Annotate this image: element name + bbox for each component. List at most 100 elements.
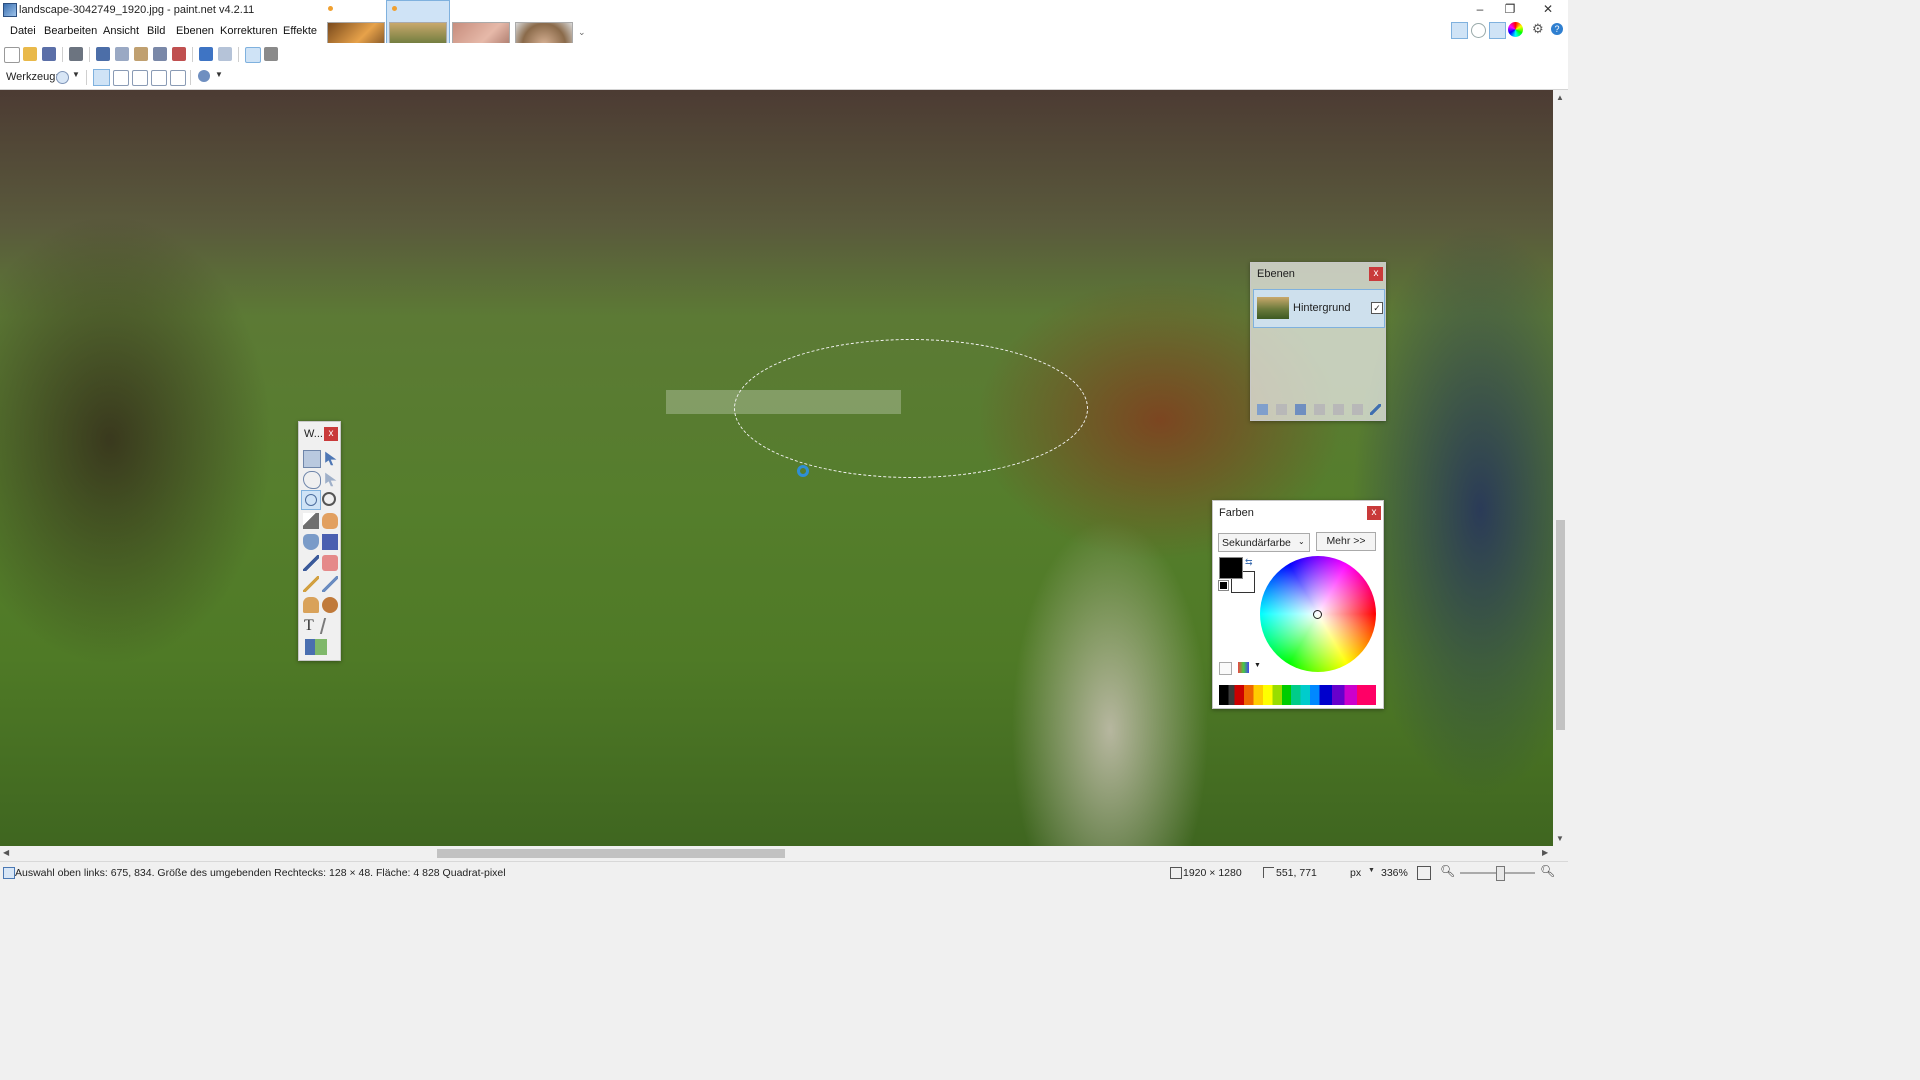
palette-menu-icon[interactable] bbox=[1238, 662, 1249, 673]
layers-toggle-icon[interactable] bbox=[1489, 22, 1506, 39]
paint-bucket-tool-icon[interactable] bbox=[303, 534, 319, 550]
selection-mode-replace-icon[interactable] bbox=[93, 69, 110, 86]
clone-stamp-tool-icon[interactable] bbox=[303, 597, 319, 613]
duplicate-layer-icon[interactable] bbox=[1295, 404, 1306, 415]
open-file-icon[interactable] bbox=[23, 47, 37, 61]
shapes-tool-icon[interactable] bbox=[305, 639, 327, 655]
zoom-fit-icon[interactable] bbox=[1417, 866, 1431, 880]
selection-mode-intersect-icon[interactable] bbox=[151, 70, 167, 86]
tools-window-toggle-icon[interactable] bbox=[1451, 22, 1468, 39]
menu-ebenen[interactable]: Ebenen bbox=[176, 25, 214, 37]
history-toggle-icon[interactable] bbox=[1471, 23, 1486, 38]
undo-icon[interactable] bbox=[199, 47, 213, 61]
scroll-right-arrow-icon[interactable]: ▶ bbox=[1542, 848, 1548, 857]
zoom-tool-icon[interactable] bbox=[322, 492, 336, 506]
deselect-icon[interactable] bbox=[172, 47, 186, 61]
magic-wand-tool-icon[interactable] bbox=[303, 513, 319, 529]
menu-datei[interactable]: Datei bbox=[10, 25, 36, 37]
help-icon[interactable]: ? bbox=[1551, 23, 1563, 35]
eraser-tool-icon[interactable] bbox=[322, 555, 338, 571]
menu-effekte[interactable]: Effekte bbox=[283, 25, 317, 37]
paste-icon[interactable] bbox=[134, 47, 148, 61]
unsaved-indicator-icon bbox=[328, 6, 333, 11]
move-selected-pixels-icon[interactable] bbox=[325, 451, 337, 466]
redo-icon[interactable] bbox=[218, 47, 232, 61]
menu-ansicht[interactable]: Ansicht bbox=[103, 25, 139, 37]
selection-mode-exclude-icon[interactable] bbox=[132, 70, 148, 86]
unit-selector[interactable]: px bbox=[1350, 867, 1361, 879]
line-curve-tool-icon[interactable] bbox=[319, 618, 335, 634]
close-button[interactable]: ✕ bbox=[1530, 0, 1566, 20]
ruler-icon[interactable] bbox=[264, 47, 278, 61]
tool-dropdown-chevron-icon[interactable]: ▼ bbox=[72, 70, 80, 79]
image-canvas[interactable] bbox=[0, 90, 1553, 846]
layer-row[interactable]: Hintergrund ✓ bbox=[1253, 289, 1385, 328]
cut-icon[interactable] bbox=[96, 47, 110, 61]
grid-icon[interactable] bbox=[245, 47, 261, 63]
primary-color-swatch[interactable] bbox=[1219, 557, 1243, 579]
ellipse-select-tool-icon[interactable] bbox=[305, 494, 317, 506]
delete-layer-icon[interactable] bbox=[1276, 404, 1287, 415]
unit-dropdown-chevron-icon[interactable]: ▼ bbox=[1368, 867, 1375, 874]
print-icon[interactable] bbox=[69, 47, 83, 61]
more-colors-button[interactable]: Mehr >> bbox=[1316, 532, 1376, 551]
ellipse-selection-marquee[interactable] bbox=[734, 339, 1088, 478]
zoom-level-text[interactable]: 336% bbox=[1381, 867, 1408, 879]
add-layer-icon[interactable] bbox=[1257, 404, 1268, 415]
color-palette-strip[interactable] bbox=[1219, 685, 1376, 705]
selection-mode-union-icon[interactable] bbox=[113, 70, 129, 86]
vertical-scroll-thumb[interactable] bbox=[1556, 520, 1565, 730]
maximize-button[interactable]: ❐ bbox=[1492, 0, 1528, 20]
add-to-palette-icon[interactable] bbox=[1219, 662, 1232, 675]
thumbnail-list-chevron-icon[interactable]: ⌄ bbox=[578, 27, 586, 38]
pencil-tool-icon[interactable] bbox=[303, 576, 319, 592]
scroll-down-arrow-icon[interactable]: ▼ bbox=[1556, 834, 1564, 843]
colors-panel-close-button[interactable]: x bbox=[1367, 506, 1381, 520]
toolbar-separator bbox=[62, 47, 63, 62]
selection-mode-invert-icon[interactable] bbox=[170, 70, 186, 86]
paintbrush-tool-icon[interactable] bbox=[303, 555, 319, 571]
color-target-select[interactable]: Sekundärfarbe ⌄ bbox=[1218, 533, 1310, 552]
zoom-slider-thumb[interactable] bbox=[1496, 866, 1505, 881]
reset-colors-icon[interactable] bbox=[1218, 580, 1229, 591]
ellipse-select-tool-icon[interactable] bbox=[56, 71, 69, 84]
copy-icon[interactable] bbox=[115, 47, 129, 61]
layers-panel-title: Ebenen bbox=[1257, 268, 1295, 280]
layers-panel-close-button[interactable]: x bbox=[1369, 267, 1383, 281]
layer-properties-icon[interactable] bbox=[1370, 404, 1381, 415]
horizontal-scrollbar[interactable]: ◀ ▶ bbox=[0, 846, 1553, 861]
antialiasing-icon[interactable] bbox=[198, 70, 210, 82]
colors-toggle-icon[interactable] bbox=[1508, 22, 1523, 37]
gradient-tool-icon[interactable] bbox=[322, 534, 338, 550]
new-file-icon[interactable] bbox=[4, 47, 20, 63]
crop-icon[interactable] bbox=[153, 47, 167, 61]
lasso-select-tool-icon[interactable] bbox=[303, 471, 321, 489]
zoom-in-icon[interactable]: 🔍︎ bbox=[1540, 864, 1555, 878]
swap-colors-icon[interactable]: ⇆ bbox=[1245, 557, 1253, 568]
menu-bild[interactable]: Bild bbox=[147, 25, 165, 37]
text-tool-icon[interactable]: T bbox=[304, 617, 314, 635]
layer-visibility-checkbox[interactable]: ✓ bbox=[1371, 302, 1383, 314]
settings-gear-icon[interactable]: ⚙ bbox=[1532, 22, 1544, 35]
select-chevron-down-icon: ⌄ bbox=[1298, 537, 1305, 546]
palette-menu-chevron-icon[interactable]: ▼ bbox=[1254, 662, 1261, 669]
recolor-tool-icon[interactable] bbox=[322, 597, 338, 613]
save-file-icon[interactable] bbox=[42, 47, 56, 61]
color-picker-tool-icon[interactable] bbox=[322, 576, 338, 592]
tools-panel-close-button[interactable]: x bbox=[324, 427, 338, 441]
vertical-scrollbar[interactable]: ▲ ▼ bbox=[1553, 90, 1568, 846]
move-selection-tool-icon[interactable] bbox=[325, 472, 337, 487]
scroll-up-arrow-icon[interactable]: ▲ bbox=[1556, 93, 1564, 102]
zoom-out-icon[interactable]: 🔍︎ bbox=[1440, 864, 1455, 878]
color-wheel-handle[interactable] bbox=[1313, 610, 1322, 619]
menu-korrekturen[interactable]: Korrekturen bbox=[220, 25, 277, 37]
move-layer-down-icon[interactable] bbox=[1352, 404, 1363, 415]
antialiasing-dropdown-chevron-icon[interactable]: ▼ bbox=[215, 70, 223, 79]
pan-hand-tool-icon[interactable] bbox=[322, 513, 338, 529]
rectangle-select-tool-icon[interactable] bbox=[303, 450, 321, 468]
move-layer-up-icon[interactable] bbox=[1333, 404, 1344, 415]
merge-layer-icon[interactable] bbox=[1314, 404, 1325, 415]
menu-bearbeiten[interactable]: Bearbeiten bbox=[44, 25, 97, 37]
scroll-left-arrow-icon[interactable]: ◀ bbox=[3, 848, 9, 857]
horizontal-scroll-thumb[interactable] bbox=[437, 849, 785, 858]
